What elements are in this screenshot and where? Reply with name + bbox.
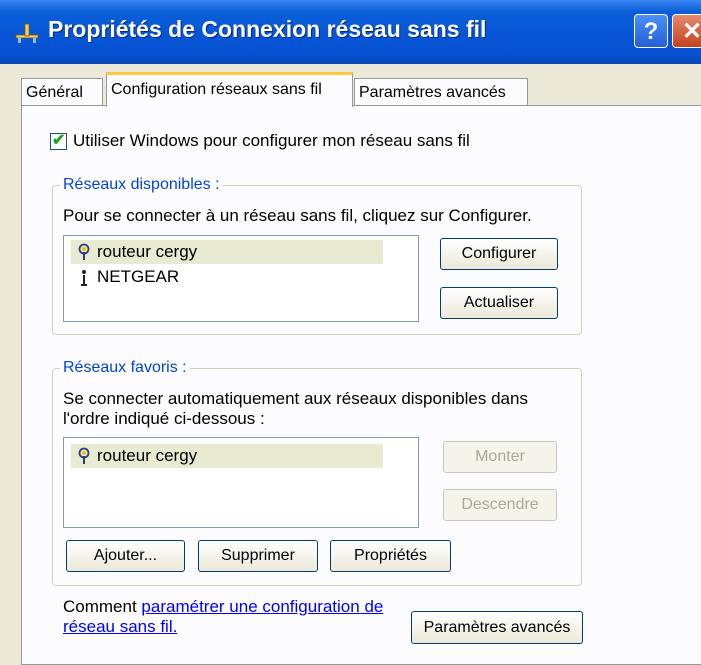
- tab-wireless-networks[interactable]: Configuration réseaux sans fil: [106, 72, 353, 107]
- advanced-settings-label: Paramètres avancés: [423, 619, 571, 636]
- use-windows-label[interactable]: Utiliser Windows pour configurer mon rés…: [73, 131, 470, 151]
- list-item[interactable]: routeur cergy: [71, 444, 383, 468]
- preferred-networks-legend: Réseaux favoris :: [60, 359, 190, 377]
- network-connection-icon: [15, 23, 39, 43]
- help-link-line2[interactable]: réseau sans fil.: [63, 617, 177, 637]
- properties-button[interactable]: Propriétés: [330, 540, 451, 572]
- remove-label: Supprimer: [221, 547, 295, 564]
- wireless-antenna-icon: [81, 270, 87, 286]
- remove-button[interactable]: Supprimer: [198, 540, 318, 572]
- tab-general[interactable]: Général: [21, 78, 103, 106]
- tab-advanced[interactable]: Paramètres avancés: [354, 78, 528, 106]
- help-text: Comment paramétrer une configuration de: [63, 597, 383, 617]
- use-windows-checkbox[interactable]: ✔: [50, 132, 67, 150]
- available-networks-description: Pour se connecter à un réseau sans fil, …: [63, 206, 532, 225]
- help-prefix: Comment: [63, 597, 142, 616]
- move-down-button[interactable]: Descendre: [443, 489, 557, 521]
- configure-button[interactable]: Configurer: [440, 238, 558, 270]
- checkmark-icon: ✔: [52, 132, 66, 149]
- configure-label: Configurer: [461, 245, 537, 262]
- help-link[interactable]: paramétrer une configuration de: [141, 597, 383, 616]
- available-networks-legend: Réseaux disponibles :: [60, 176, 223, 194]
- list-item[interactable]: NETGEAR: [71, 265, 371, 289]
- move-up-label: Monter: [475, 448, 525, 465]
- refresh-label: Actualiser: [463, 294, 535, 311]
- list-item[interactable]: routeur cergy: [71, 240, 383, 264]
- wireless-antenna-configured-icon: [78, 447, 90, 464]
- help-button[interactable]: ?: [634, 14, 668, 48]
- preferred-networks-description-line1: Se connecter automatiquement aux réseaux…: [63, 389, 528, 408]
- wireless-antenna-configured-icon: [78, 243, 90, 260]
- close-button[interactable]: ✕: [672, 14, 701, 48]
- network-name: routeur cergy: [97, 242, 198, 261]
- properties-label: Propriétés: [354, 547, 427, 564]
- move-up-button[interactable]: Monter: [443, 441, 557, 473]
- network-name: NETGEAR: [97, 267, 180, 286]
- add-label: Ajouter...: [93, 547, 158, 564]
- refresh-button[interactable]: Actualiser: [440, 287, 558, 319]
- preferred-networks-description-line2: l'ordre indiqué ci-dessous :: [63, 409, 265, 428]
- move-down-label: Descendre: [461, 496, 539, 513]
- add-button[interactable]: Ajouter...: [66, 540, 185, 572]
- network-name: routeur cergy: [97, 446, 198, 465]
- title-bar[interactable]: Propriétés de Connexion réseau sans fil …: [0, 0, 701, 64]
- window-title: Propriétés de Connexion réseau sans fil: [48, 16, 487, 42]
- advanced-settings-button[interactable]: Paramètres avancés: [411, 611, 583, 644]
